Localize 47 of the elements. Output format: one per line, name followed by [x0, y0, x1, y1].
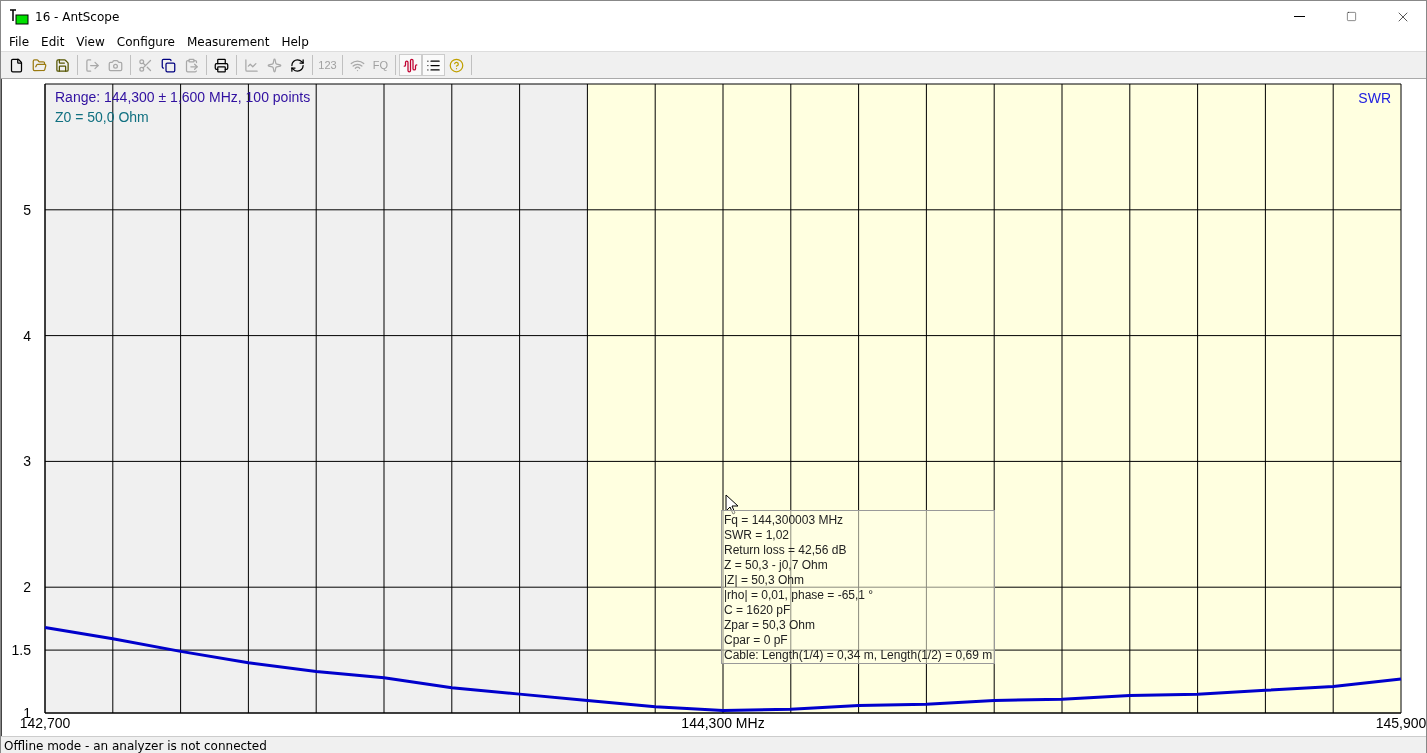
scissors-icon [138, 57, 153, 73]
tooltip-line: Z = 50,3 - j0,7 Ohm [724, 558, 829, 573]
sparkle-icon [267, 57, 282, 73]
tooltip-line: SWR = 1,02 [724, 528, 791, 543]
tooltip-line: Cpar = 0 pF [724, 633, 789, 648]
minimize-icon [1293, 16, 1305, 17]
copy-icon [161, 57, 176, 73]
tooltip-line: |rho| = 0,01, phase = -65,1 ° [724, 588, 875, 603]
menu-item[interactable]: Help [275, 32, 315, 51]
camera-icon [108, 57, 123, 73]
exit-icon [85, 57, 100, 73]
folder-icon [32, 57, 47, 73]
tooltip-line: Return loss = 42,56 dB [724, 543, 848, 558]
status-text: Offline mode - an analyzer is not connected [4, 738, 267, 753]
axis-label: 4 [23, 327, 31, 344]
wifi-icon [350, 57, 365, 73]
toolbar-button[interactable] [399, 54, 422, 76]
printer-icon [214, 57, 229, 73]
menu-item[interactable]: Measurement [181, 32, 276, 51]
tooltip-line: C = 1620 pF [724, 603, 792, 618]
menu-item[interactable]: Edit [35, 32, 71, 51]
window-title: 16 - AntScope [35, 9, 121, 24]
help-icon [449, 57, 464, 73]
axis-label: 3 [23, 453, 31, 470]
antenna-icon [9, 8, 29, 25]
line-chart-icon [244, 57, 259, 73]
refresh-icon [290, 57, 305, 73]
axis-label: 145,900 [1375, 715, 1427, 731]
clipboard-icon [184, 57, 199, 73]
file-icon [9, 57, 24, 73]
menu-item[interactable]: View [70, 32, 111, 51]
save-icon [55, 57, 70, 73]
axis-label: 1.5 [11, 642, 31, 659]
tooltip-line: |Z| = 50,3 Ohm [724, 573, 805, 588]
tooltip-line: Fq = 144,300003 MHz [724, 513, 845, 528]
tooltip-line: Zpar = 50,3 Ohm [724, 618, 817, 633]
toolbar-button[interactable] [422, 54, 445, 76]
tooltip-line: Cable: Length(1/4) = 0,34 m, Length(1/2) = 0,69 m [724, 648, 993, 663]
list-icon [426, 57, 441, 73]
menu-item[interactable]: Configure [110, 32, 181, 51]
axis-label: 2 [23, 579, 31, 596]
axis-label: 144,300 MHz [681, 715, 765, 731]
axis-label: 5 [23, 201, 31, 218]
menu-item[interactable]: File [3, 32, 36, 51]
waveform-icon [403, 57, 418, 73]
maximize-icon [1345, 11, 1357, 22]
legend-label: SWR [1358, 90, 1391, 106]
